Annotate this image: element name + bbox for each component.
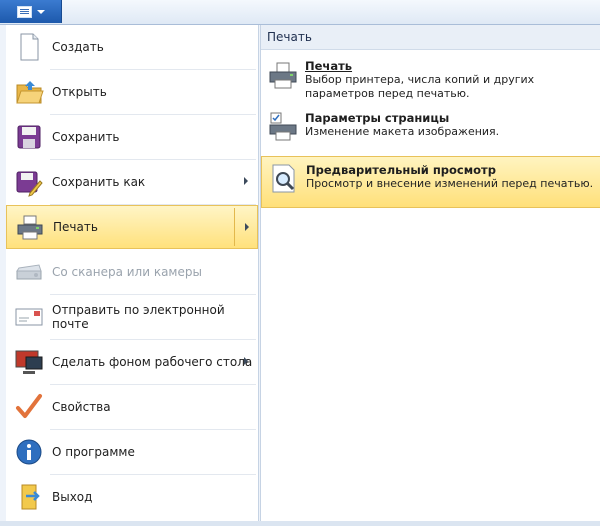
submenu-item-page-setup[interactable]: Параметры страницы Изменение макета изоб… — [261, 105, 600, 149]
printer-icon — [15, 212, 45, 242]
submenu-item-description: Изменение макета изображения. — [305, 125, 500, 138]
menu-item-email[interactable]: Отправить по электронной почте — [6, 295, 258, 339]
submenu-item-title: Печать — [305, 59, 353, 73]
caret-down-icon — [36, 9, 45, 14]
menu-item-print[interactable]: Печать — [6, 205, 258, 249]
menu-item-label: Сохранить — [52, 130, 120, 144]
menu-item-scanner[interactable]: Со сканера или камеры — [6, 250, 258, 294]
submenu-arrow-icon — [244, 357, 248, 365]
menu-item-label: Выход — [52, 490, 93, 504]
submenu-item-title: Предварительный просмотр — [306, 163, 496, 177]
menu-item-label: Сохранить как — [52, 175, 146, 189]
submenu-item-description: Просмотр и внесение изменений перед печа… — [306, 177, 594, 190]
info-icon — [14, 437, 44, 467]
menu-item-save-as[interactable]: Сохранить как — [6, 160, 258, 204]
menu-item-about[interactable]: О программе — [6, 430, 258, 474]
printer-icon — [267, 59, 299, 91]
menu-item-new[interactable]: Создать — [6, 25, 258, 69]
submenu-item-print[interactable]: Печать Выбор принтера, числа копий и дру… — [261, 53, 600, 101]
menu-bottom-strip — [0, 521, 600, 526]
submenu-item-description: Выбор принтера, числа копий и других пар… — [305, 73, 535, 100]
checkmark-icon — [14, 392, 44, 422]
menu-item-set-desktop-background[interactable]: Сделать фоном рабочего стола — [6, 340, 258, 384]
submenu-item-print-preview[interactable]: Предварительный просмотр Просмотр и внес… — [261, 156, 600, 208]
document-icon — [16, 5, 32, 18]
menu-item-label: О программе — [52, 445, 135, 459]
application-menu-button[interactable] — [0, 0, 62, 23]
desktop-background-icon — [14, 347, 44, 377]
split-divider — [234, 208, 235, 246]
menu-item-label: Печать — [53, 220, 98, 234]
submenu-item-title: Параметры страницы — [305, 111, 450, 125]
scanner-icon — [14, 257, 44, 287]
menu-item-properties[interactable]: Свойства — [6, 385, 258, 429]
menu-item-label: Сделать фоном рабочего стола — [52, 355, 253, 369]
menu-item-exit[interactable]: Выход — [6, 475, 258, 519]
submenu-pane: Печать Печать Выбор принтера, числа копи… — [260, 25, 600, 521]
menu-item-label: Свойства — [52, 400, 111, 414]
menu-item-label: Открыть — [52, 85, 107, 99]
new-document-icon — [14, 32, 44, 62]
save-as-icon — [14, 167, 44, 197]
print-preview-icon — [268, 163, 300, 195]
submenu-header: Печать — [261, 25, 600, 50]
application-menu: Создать Открыть Сохранить Сохранить как — [0, 24, 600, 526]
page-setup-icon — [267, 111, 299, 143]
menu-left-pane: Создать Открыть Сохранить Сохранить как — [6, 25, 259, 521]
ribbon-top-bar — [0, 0, 600, 25]
menu-item-open[interactable]: Открыть — [6, 70, 258, 114]
save-disk-icon — [14, 122, 44, 152]
submenu-arrow-icon[interactable] — [245, 223, 249, 231]
email-icon — [14, 302, 44, 332]
menu-item-label: Со сканера или камеры — [52, 265, 202, 279]
submenu-arrow-icon — [244, 177, 248, 185]
open-folder-icon — [14, 77, 44, 107]
menu-item-save[interactable]: Сохранить — [6, 115, 258, 159]
menu-item-label: Отправить по электронной почте — [52, 303, 225, 331]
menu-item-label: Создать — [52, 40, 104, 54]
exit-icon — [14, 482, 44, 512]
